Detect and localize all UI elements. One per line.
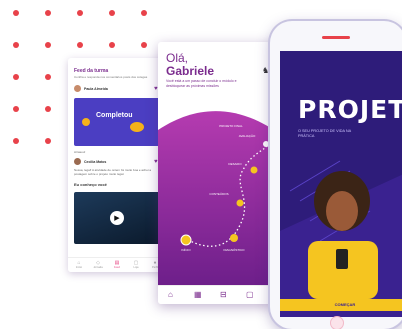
step-label: AVALIAÇÃO (238, 134, 256, 138)
post-meta: Arrasou! (74, 150, 86, 154)
journey-map (158, 111, 274, 286)
step-label: INÍCIO (181, 248, 191, 252)
hero-subtitle: O SEU PROJETO DE VIDA NA PRÁTICA (298, 129, 351, 138)
journey-node[interactable] (236, 199, 244, 207)
dot (45, 10, 51, 16)
dot (13, 74, 19, 80)
play-icon[interactable]: ▶ (110, 211, 124, 225)
home-icon[interactable]: ⌂ (168, 290, 173, 299)
dot (77, 10, 83, 16)
step-label: CONTEÚDOS (209, 192, 229, 196)
post-author: Cecilia Matos (83, 159, 107, 164)
nav-label: Jornada (93, 266, 103, 269)
greeting: Olá, Gabriele (166, 52, 214, 78)
journey-node[interactable] (263, 141, 269, 147)
journey-subtitle: Você está a um passo de concluir o módul… (166, 79, 237, 88)
section-title: Eu conheço você (74, 182, 107, 187)
home-button[interactable] (330, 316, 344, 329)
dot (13, 42, 19, 48)
dot (109, 42, 115, 48)
feed-screen: Feed da turma Confira e responda nos com… (68, 58, 166, 272)
book-icon[interactable]: ▦ (194, 290, 202, 299)
dot (45, 74, 51, 80)
greeting-hello: Olá, (166, 51, 189, 65)
journey-node[interactable] (250, 166, 258, 174)
post-author: Paula Almeida (83, 86, 108, 91)
nav-label: Loja (133, 266, 139, 269)
feed-subtitle: Confira e responda nos comentários posts… (74, 75, 148, 79)
avatar (74, 85, 81, 92)
video-thumbnail[interactable]: ▶ (74, 192, 160, 244)
step-label: DESAFIO (228, 162, 242, 166)
gamepad-icon[interactable]: ⊟ (220, 290, 227, 299)
step-label: DIAGNÓSTICO (223, 248, 245, 252)
dot (77, 42, 83, 48)
nav-item-feed[interactable]: ▤ Feed (108, 260, 126, 269)
bottom-nav: ⌂ ▦ ⊟ ▢ (158, 285, 274, 304)
feed-title: Feed da turma (74, 68, 109, 74)
nav-item-home[interactable]: ⌂ Início (70, 260, 88, 269)
dot (13, 138, 19, 144)
phone-speaker (322, 36, 350, 39)
post-body: Nossa, legal! A atividade de ontem foi m… (74, 168, 152, 176)
achievement-label: Completou (96, 112, 133, 119)
dot (141, 42, 147, 48)
nav-item-store[interactable]: ▢ Loja (127, 260, 145, 269)
post-header[interactable]: Cecilia Matos (74, 158, 160, 165)
decorative-bubble (130, 122, 144, 132)
journey-screen: Olá, Gabriele ♞ Você está a um passo de … (158, 42, 274, 304)
phone-screen: PROJET O SEU PROJETO DE VIDA NA PRÁTICA … (280, 51, 402, 317)
greeting-name: Gabriele (166, 64, 215, 78)
journey-node[interactable] (180, 234, 192, 246)
achievement-card[interactable]: Completou (74, 98, 160, 146)
dot (141, 10, 147, 16)
nav-label: Feed (114, 266, 120, 269)
bag-icon[interactable]: ▢ (246, 290, 254, 299)
phone-device: PROJET O SEU PROJETO DE VIDA NA PRÁTICA … (270, 21, 402, 329)
dot (109, 10, 115, 16)
journey-node[interactable] (230, 234, 238, 242)
dot (45, 42, 51, 48)
decorative-bubble (82, 118, 90, 126)
nav-label: Início (75, 266, 83, 269)
dot (45, 106, 51, 112)
phone-in-hand (336, 249, 348, 269)
bottom-nav: ⌂ Início ◇ Jornada ▤ Feed ▢ Loja ● Perfi… (68, 257, 166, 272)
dot (13, 10, 19, 16)
mascot-icon: ♞ (262, 66, 270, 75)
dot (13, 106, 19, 112)
step-label: PROJETO FINAL (219, 124, 243, 128)
face-shape (326, 191, 358, 231)
hero-title: PROJET (298, 95, 402, 124)
avatar (74, 158, 81, 165)
dot (45, 138, 51, 144)
post-header[interactable]: Paula Almeida (74, 85, 160, 92)
start-button[interactable]: COMEÇAR (280, 299, 402, 311)
nav-item-journey[interactable]: ◇ Jornada (89, 260, 107, 269)
hero-background (280, 51, 402, 299)
